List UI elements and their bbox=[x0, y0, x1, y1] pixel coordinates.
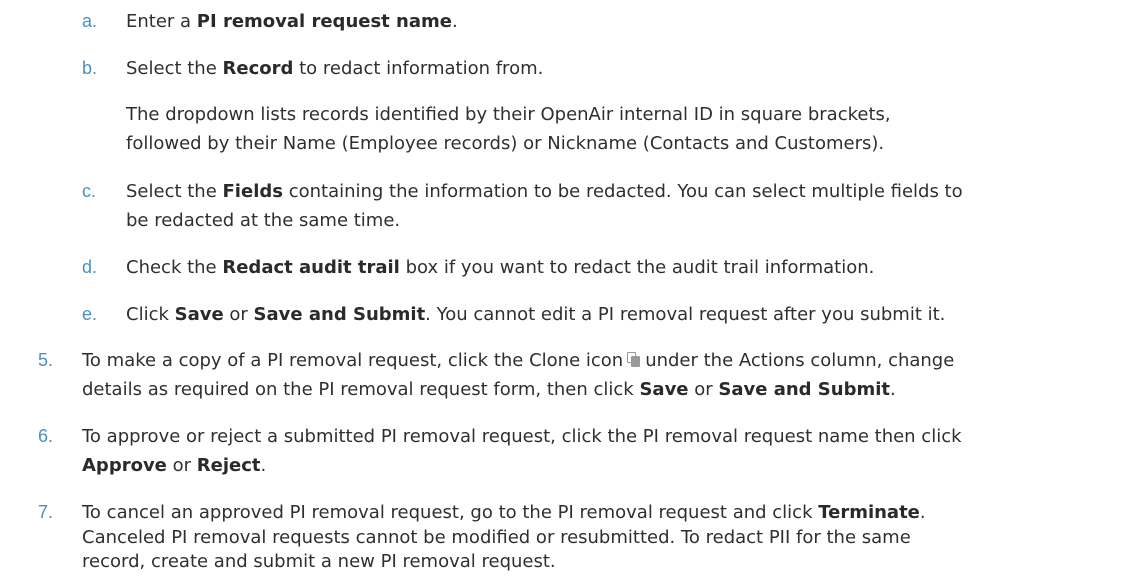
bold-term: Terminate bbox=[818, 502, 920, 523]
step-marker: 5. bbox=[38, 350, 54, 370]
step-marker: 6. bbox=[38, 426, 54, 446]
clone-icon bbox=[627, 352, 641, 368]
bold-term: Reject bbox=[196, 455, 261, 476]
substep-text: Enter a PI removal request name. bbox=[126, 11, 458, 32]
bold-term: Record bbox=[222, 58, 294, 79]
substep-marker: c. bbox=[82, 181, 97, 201]
note-line: The dropdown lists records identified by… bbox=[126, 104, 891, 125]
bold-term: Redact audit trail bbox=[222, 257, 400, 278]
bold-term: Save bbox=[639, 379, 689, 400]
bold-term: Save and Submit bbox=[718, 379, 890, 400]
step-marker: 7. bbox=[38, 502, 54, 522]
step-text-line2: details as required on the PI removal re… bbox=[82, 379, 896, 400]
bold-term: Fields bbox=[222, 181, 283, 202]
substep-marker: a. bbox=[82, 11, 98, 31]
step-text: To approve or reject a submitted PI remo… bbox=[82, 426, 962, 447]
substep-text: Click Save or Save and Submit. You canno… bbox=[126, 304, 946, 325]
bold-term: PI removal request name bbox=[196, 11, 452, 32]
substep-marker: e. bbox=[82, 304, 98, 324]
document-page: a. Enter a PI removal request name. b. S… bbox=[0, 0, 1128, 572]
bold-term: Save and Submit bbox=[253, 304, 426, 325]
substep-marker: b. bbox=[82, 58, 98, 78]
substep-text-line2: be redacted at the same time. bbox=[126, 210, 401, 231]
bold-term: Approve bbox=[82, 455, 167, 476]
substep-text: Select the Record to redact information … bbox=[126, 58, 544, 79]
step-text-line2: Approve or Reject. bbox=[82, 455, 267, 476]
substep-text: Check the Redact audit trail box if you … bbox=[126, 257, 875, 278]
note-line: followed by their Name (Employee records… bbox=[126, 133, 885, 154]
step-text: To make a copy of a PI removal request, … bbox=[82, 350, 955, 371]
bold-term: Save bbox=[174, 304, 224, 325]
substep-text: Select the Fields containing the informa… bbox=[126, 181, 963, 202]
substep-marker: d. bbox=[82, 257, 98, 277]
